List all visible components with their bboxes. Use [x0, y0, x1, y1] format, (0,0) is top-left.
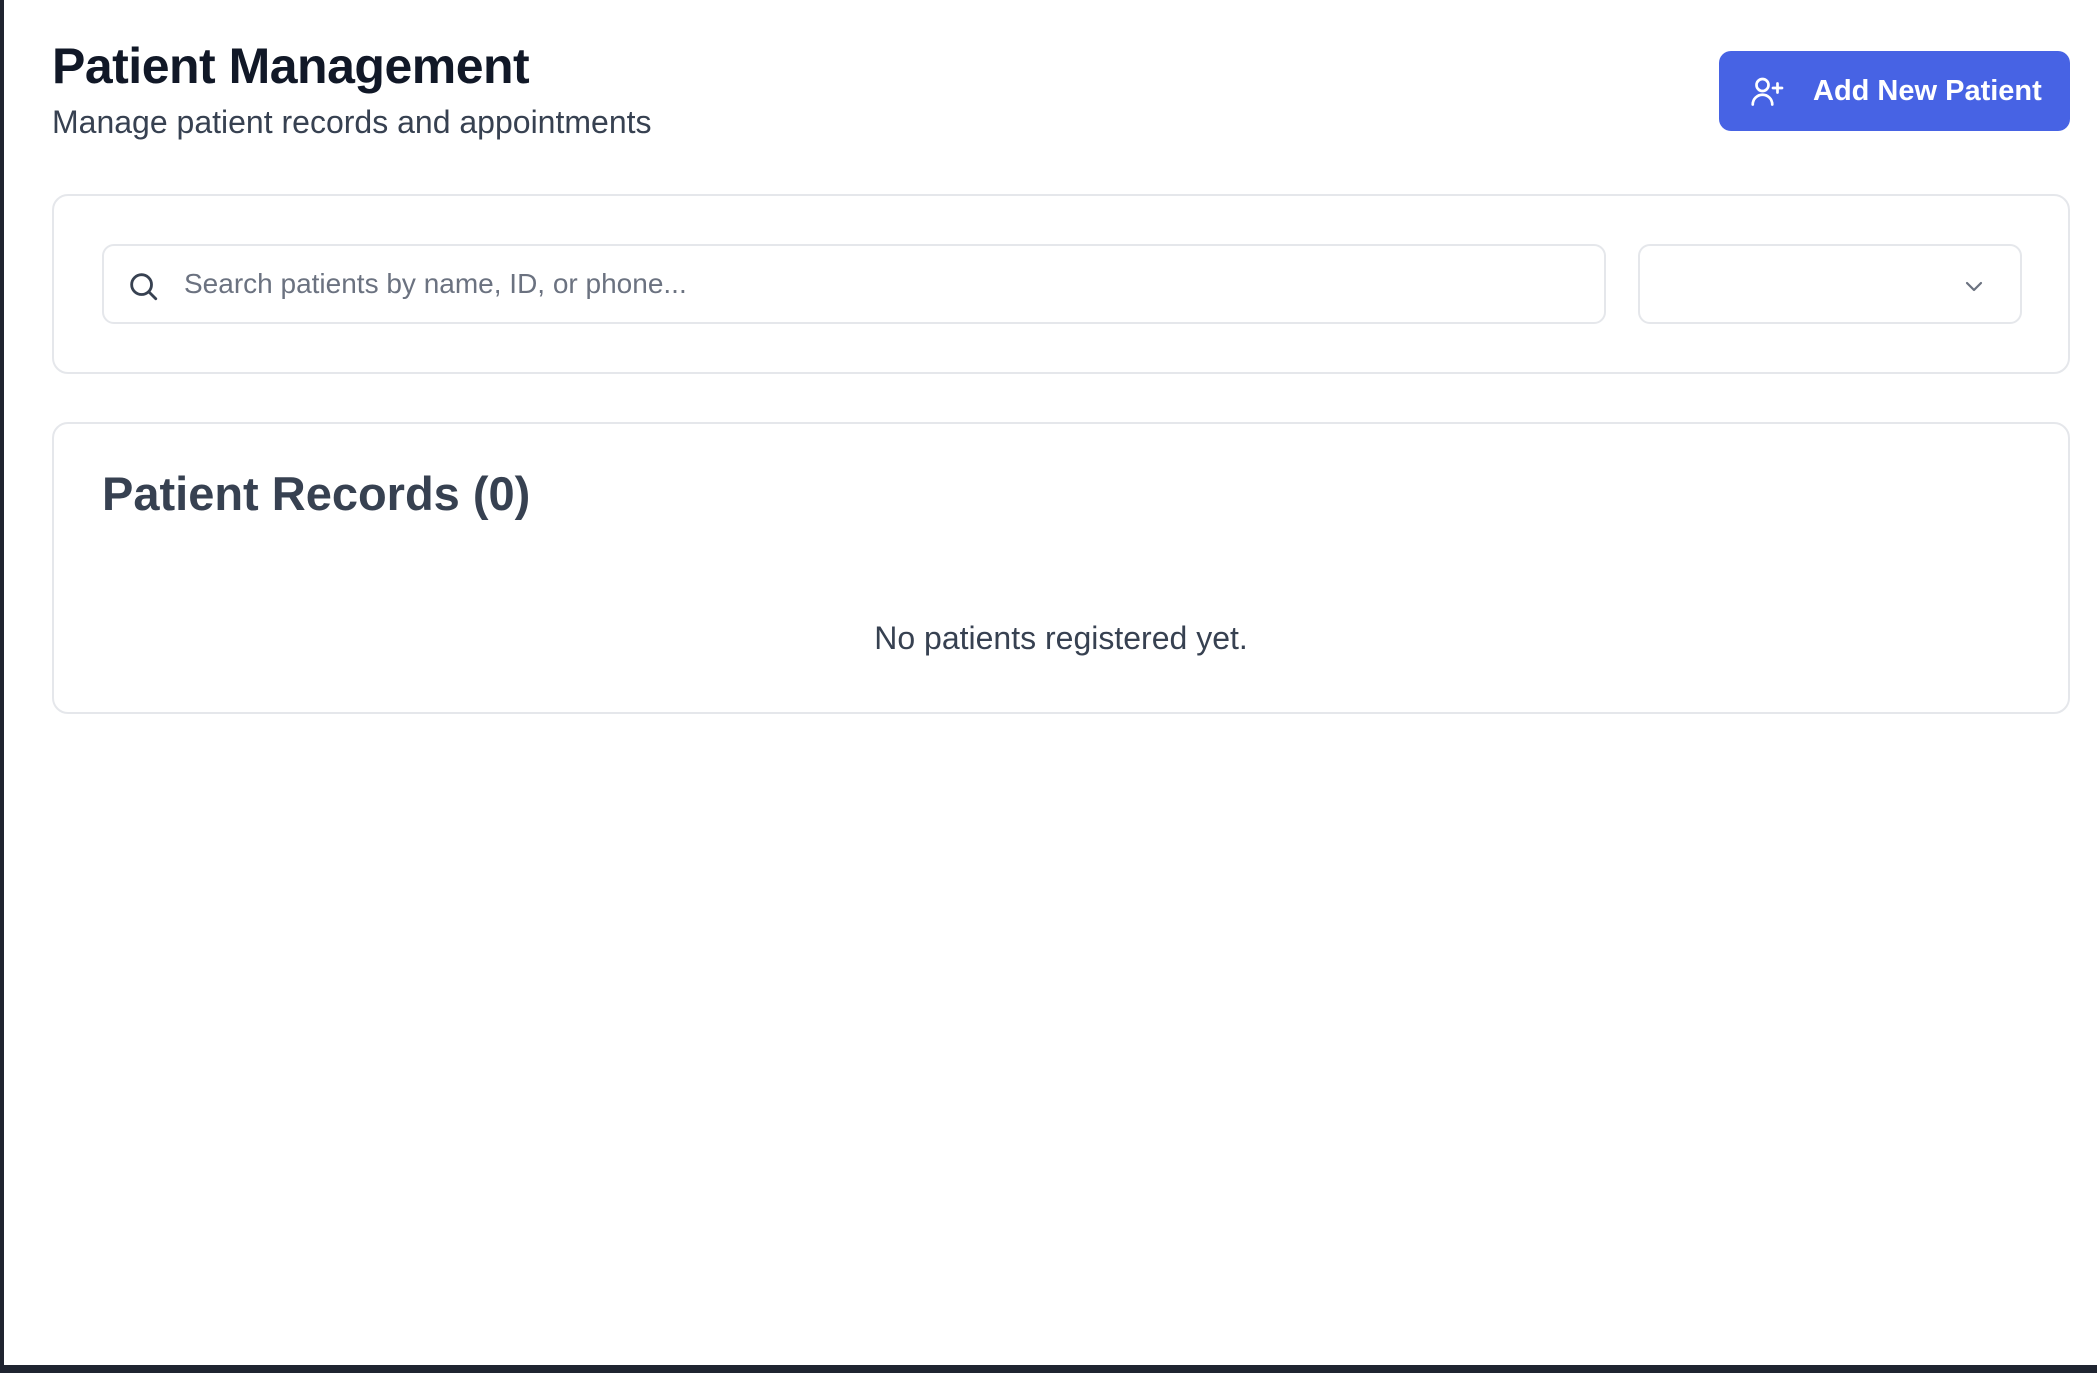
app-viewport: Patient Management Manage patient record…: [4, 0, 2097, 1365]
add-new-patient-label: Add New Patient: [1813, 74, 2042, 107]
chevron-down-icon: [1962, 274, 1986, 298]
empty-state-message: No patients registered yet.: [874, 620, 1248, 656]
page-title: Patient Management: [52, 38, 530, 94]
search-input[interactable]: [182, 260, 1582, 308]
search-icon: [126, 269, 160, 303]
records-title: Patient Records (0): [102, 467, 531, 520]
patient-records-card: Patient Records (0) No patients register…: [52, 422, 2070, 714]
filter-select[interactable]: [1638, 244, 2022, 324]
user-plus-icon: [1749, 73, 1785, 109]
add-new-patient-button[interactable]: Add New Patient: [1719, 51, 2070, 131]
filter-card: [52, 194, 2070, 374]
search-box[interactable]: [102, 244, 1606, 324]
page-subtitle: Manage patient records and appointments: [52, 104, 652, 140]
